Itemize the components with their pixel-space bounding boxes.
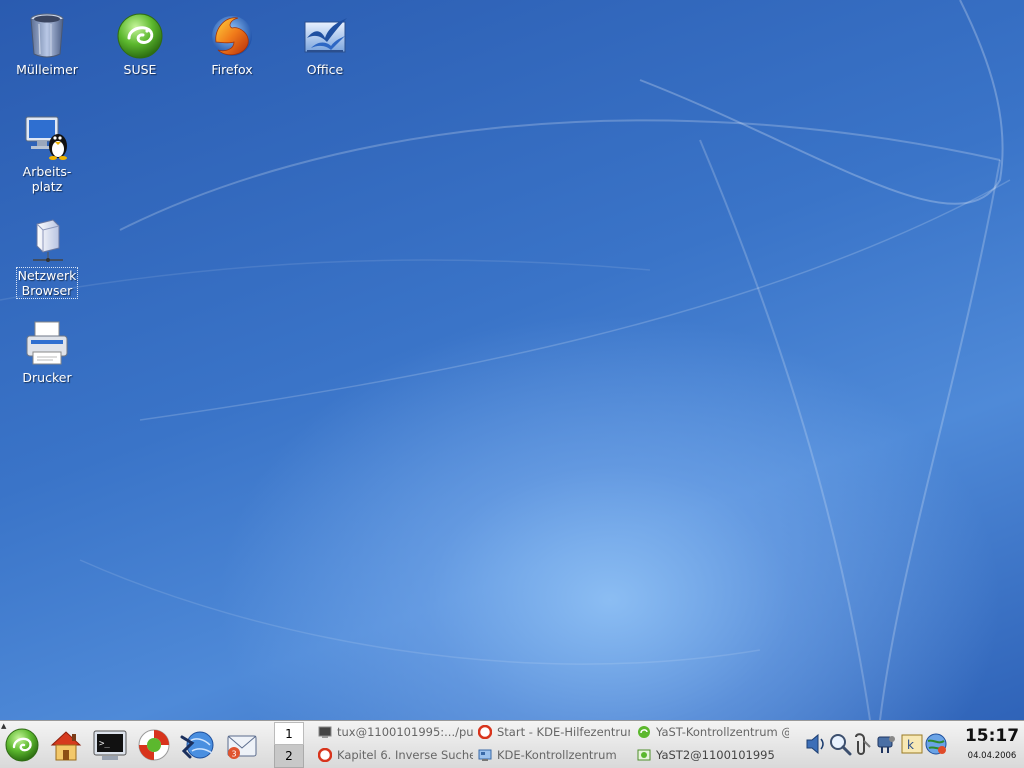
desktop-icon-label: Drucker — [22, 370, 72, 385]
clock[interactable]: 15:17 04.04.2006 — [962, 723, 1022, 763]
desktop-icon-label: Arbeits- platz — [22, 164, 72, 194]
task-button-kde-help[interactable]: Start - KDE-Hilfezentrum — [478, 722, 630, 743]
search-magnifier-icon[interactable] — [828, 731, 852, 757]
task-label: KDE-Kontrollzentrum — [497, 748, 617, 762]
task-label: YaST2@1100101995 — [656, 748, 775, 762]
yast-small-icon — [638, 726, 650, 738]
task-button-yast-control[interactable]: YaST-Kontrollzentrum @ — [637, 722, 789, 743]
svg-text:k: k — [907, 738, 914, 752]
svg-text:3: 3 — [232, 750, 237, 759]
network-icon[interactable] — [874, 731, 898, 757]
desktop-icon-label: Firefox — [211, 62, 253, 77]
task-label: YaST-Kontrollzentrum @ — [656, 725, 789, 739]
desktop-icon-label: Office — [306, 62, 344, 77]
terminal-small-icon — [318, 726, 332, 738]
desktop-icon-office[interactable]: Office — [282, 12, 368, 77]
desktop-icon-printer[interactable]: Drucker — [4, 320, 90, 385]
network-server-icon — [33, 219, 63, 262]
home-folder-icon[interactable] — [48, 727, 84, 763]
desktop-icon-network-browser[interactable]: Netzwerk Browser — [4, 218, 90, 299]
speaker-icon[interactable] — [804, 731, 828, 757]
help-lifebuoy-icon[interactable] — [136, 727, 172, 763]
desktop-pager: 1 2 — [274, 722, 304, 768]
suse-gecko-icon — [117, 13, 163, 59]
office-seagulls-icon — [304, 18, 347, 53]
task-label: Start - KDE-Hilfezentrum — [497, 725, 630, 739]
pager-desktop-2[interactable]: 2 — [274, 745, 304, 768]
printer-icon — [26, 321, 68, 365]
task-button-inverse-search[interactable]: Kapitel 6. Inverse Suche — [318, 745, 473, 766]
task-button-kde-control[interactable]: KDE-Kontrollzentrum — [478, 745, 630, 766]
help-small-icon — [318, 748, 332, 762]
desktop-icon-label: Netzwerk Browser — [15, 267, 79, 299]
clipboard-icon[interactable] — [850, 731, 874, 757]
desktop-background[interactable]: Mülleimer SUSE Firefox Office Arbeits- p… — [0, 0, 1024, 720]
computer-tux-icon — [25, 116, 67, 160]
kmail-icon[interactable]: 3 — [224, 727, 260, 763]
clock-date: 04.04.2006 — [967, 751, 1017, 761]
task-button-yast2[interactable]: YaST2@1100101995 — [637, 745, 789, 766]
yast2-small-icon — [637, 749, 651, 761]
desktop-icon-label: Mülleimer — [16, 62, 78, 77]
firefox-icon — [212, 16, 252, 56]
desktop-icon-firefox[interactable]: Firefox — [189, 12, 275, 77]
help-small-icon — [478, 725, 492, 739]
desktop-icon-label: SUSE — [123, 62, 157, 77]
task-label: tux@1100101995:.../public — [337, 725, 473, 739]
task-button-terminal[interactable]: tux@1100101995:.../public — [318, 722, 473, 743]
suse-menu-icon[interactable] — [4, 727, 40, 763]
desktop-icon-my-computer[interactable]: Arbeits- platz — [4, 114, 90, 194]
keyboard-layout-icon[interactable]: k — [900, 731, 924, 757]
svg-text:>_: >_ — [99, 739, 110, 749]
desktop-icon-suse[interactable]: SUSE — [97, 12, 183, 77]
pager-desktop-1[interactable]: 1 — [274, 722, 304, 745]
taskbar-panel: ▲ >_ 3 1 2 tux@1100101995:.../pu Start -… — [0, 720, 1024, 768]
terminal-icon[interactable]: >_ — [92, 727, 128, 763]
trash-icon — [30, 13, 64, 58]
control-center-small-icon — [478, 749, 492, 761]
clock-time: 15:17 — [964, 726, 1020, 746]
wallpaper-swirls — [0, 0, 1011, 720]
task-label: Kapitel 6. Inverse Suche — [337, 748, 473, 762]
desktop-icon-trash[interactable]: Mülleimer — [4, 12, 90, 77]
konqueror-browser-icon[interactable] — [180, 727, 216, 763]
update-globe-icon[interactable] — [924, 731, 948, 757]
